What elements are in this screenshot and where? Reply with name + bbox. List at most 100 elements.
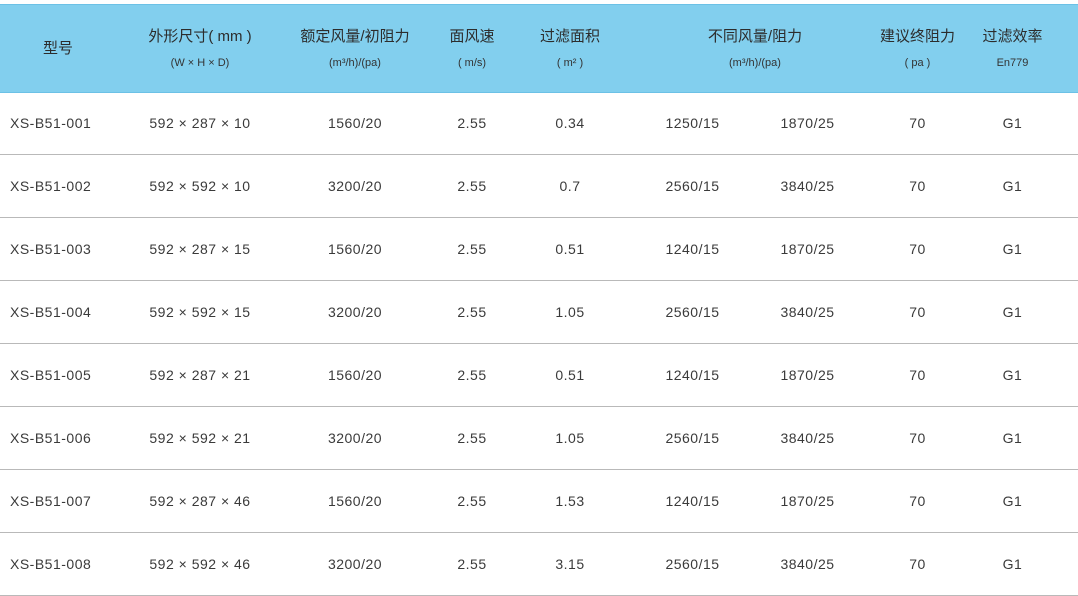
cell-variable-high: 3840/25 [780, 430, 835, 446]
cell-velocity: 2.55 [457, 493, 487, 509]
cell-velocity: 2.55 [457, 178, 487, 194]
cell-area: 1.53 [555, 493, 585, 509]
cell-efficiency: G1 [1002, 430, 1023, 446]
cell-area: 0.51 [555, 367, 585, 383]
cell-variable-low: 1240/15 [665, 367, 720, 383]
table-row: XS-B51-001 592 × 287 × 10 1560/20 2.55 0.34 1… [0, 92, 1078, 155]
cell-final-resistance: 70 [909, 493, 926, 509]
cell-velocity: 2.55 [457, 304, 487, 320]
cell-area: 0.7 [559, 178, 581, 194]
cell-velocity: 2.55 [457, 556, 487, 572]
cell-final-resistance: 70 [909, 178, 926, 194]
cell-variable-low: 2560/15 [665, 430, 720, 446]
header-efficiency: 过滤效率 En779 [970, 5, 1055, 92]
cell-area: 1.05 [555, 304, 585, 320]
cell-rated: 3200/20 [327, 430, 383, 446]
header-dims-label: 外形尺寸( mm ) [148, 28, 252, 45]
header-variable-unit: (m³/h)/(pa) [729, 57, 781, 69]
cell-velocity: 2.55 [457, 241, 487, 257]
cell-final-resistance: 70 [909, 556, 926, 572]
header-rated-label: 额定风量/初阻力 [300, 28, 410, 45]
cell-velocity: 2.55 [457, 430, 487, 446]
cell-final-resistance: 70 [909, 304, 926, 320]
table-header: 型号 外形尺寸( mm ) (W × H × D) 额定风量/初阻力 (m³/h… [0, 4, 1078, 93]
cell-velocity: 2.55 [457, 115, 487, 131]
cell-variable-low: 1250/15 [665, 115, 720, 131]
cell-area: 0.51 [555, 241, 585, 257]
header-area-unit: ( m² ) [556, 57, 584, 69]
cell-model: XS-B51-004 [10, 304, 92, 320]
header-rated-unit: (m³/h)/(pa) [329, 57, 381, 69]
cell-efficiency: G1 [1002, 115, 1023, 131]
cell-dims: 592 × 287 × 46 [149, 493, 251, 509]
cell-area: 0.34 [555, 115, 585, 131]
cell-dims: 592 × 592 × 15 [149, 304, 251, 320]
cell-variable-high: 3840/25 [780, 304, 835, 320]
header-velocity-unit: ( m/s) [457, 57, 487, 69]
cell-dims: 592 × 592 × 10 [149, 178, 251, 194]
table-row: XS-B51-007 592 × 287 × 46 1560/20 2.55 1.53 1… [0, 470, 1078, 533]
header-final-resistance-label: 建议终阻力 [879, 28, 955, 45]
header-model-label: 型号 [42, 39, 73, 57]
cell-area: 1.05 [555, 430, 585, 446]
cell-efficiency: G1 [1002, 493, 1023, 509]
cell-rated: 3200/20 [327, 178, 383, 194]
cell-final-resistance: 70 [909, 367, 926, 383]
cell-variable-low: 1240/15 [665, 493, 720, 509]
table-row: XS-B51-002 592 × 592 × 10 3200/20 2.55 0.7 25… [0, 155, 1078, 218]
cell-dims: 592 × 287 × 21 [149, 367, 251, 383]
cell-dims: 592 × 592 × 21 [149, 430, 251, 446]
cell-variable-low: 1240/15 [665, 241, 720, 257]
table-row: XS-B51-005 592 × 287 × 21 1560/20 2.55 0.51 1… [0, 344, 1078, 407]
cell-efficiency: G1 [1002, 556, 1023, 572]
cell-variable-low: 2560/15 [665, 556, 720, 572]
header-model: 型号 [8, 5, 108, 92]
cell-variable-high: 1870/25 [780, 493, 835, 509]
header-area-label: 过滤面积 [539, 28, 600, 45]
cell-dims: 592 × 592 × 46 [149, 556, 251, 572]
header-velocity: 面风速 ( m/s) [432, 5, 512, 92]
cell-efficiency: G1 [1002, 367, 1023, 383]
cell-variable-high: 3840/25 [780, 178, 835, 194]
cell-model: XS-B51-002 [10, 178, 92, 194]
header-dims-unit: (W × H × D) [170, 57, 230, 69]
cell-efficiency: G1 [1002, 178, 1023, 194]
cell-model: XS-B51-005 [10, 367, 92, 383]
cell-variable-high: 1870/25 [780, 367, 835, 383]
cell-variable-low: 2560/15 [665, 304, 720, 320]
cell-variable-low: 2560/15 [665, 178, 720, 194]
cell-dims: 592 × 287 × 15 [149, 241, 251, 257]
cell-model: XS-B51-001 [10, 115, 92, 131]
cell-model: XS-B51-003 [10, 241, 92, 257]
table-row: XS-B51-006 592 × 592 × 21 3200/20 2.55 1.05 2… [0, 407, 1078, 470]
header-velocity-label: 面风速 [449, 28, 495, 45]
cell-variable-high: 3840/25 [780, 556, 835, 572]
header-efficiency-label: 过滤效率 [982, 28, 1043, 45]
table-row: XS-B51-004 592 × 592 × 15 3200/20 2.55 1.05 2… [0, 281, 1078, 344]
cell-rated: 1560/20 [327, 367, 383, 383]
cell-final-resistance: 70 [909, 115, 926, 131]
cell-final-resistance: 70 [909, 241, 926, 257]
header-efficiency-standard: En779 [996, 57, 1029, 69]
cell-model: XS-B51-007 [10, 493, 92, 509]
header-variable-label: 不同风量/阻力 [707, 28, 803, 45]
table-row: XS-B51-003 592 × 287 × 15 1560/20 2.55 0.51 1… [0, 218, 1078, 281]
cell-variable-high: 1870/25 [780, 115, 835, 131]
table-row: XS-B51-008 592 × 592 × 46 3200/20 2.55 3.15 2… [0, 533, 1078, 596]
header-final-resistance-unit: ( pa ) [904, 57, 931, 69]
cell-efficiency: G1 [1002, 241, 1023, 257]
cell-rated: 1560/20 [327, 241, 383, 257]
cell-variable-high: 1870/25 [780, 241, 835, 257]
cell-velocity: 2.55 [457, 367, 487, 383]
header-variable: 不同风量/阻力 (m³/h)/(pa) [660, 5, 850, 92]
cell-final-resistance: 70 [909, 430, 926, 446]
cell-rated: 1560/20 [327, 115, 383, 131]
header-area: 过滤面积 ( m² ) [530, 5, 610, 92]
cell-rated: 1560/20 [327, 493, 383, 509]
cell-dims: 592 × 287 × 10 [149, 115, 251, 131]
cell-model: XS-B51-008 [10, 556, 92, 572]
cell-rated: 3200/20 [327, 556, 383, 572]
header-final-resistance: 建议终阻力 ( pa ) [870, 5, 965, 92]
cell-model: XS-B51-006 [10, 430, 92, 446]
header-rated: 额定风量/初阻力 (m³/h)/(pa) [290, 5, 420, 92]
